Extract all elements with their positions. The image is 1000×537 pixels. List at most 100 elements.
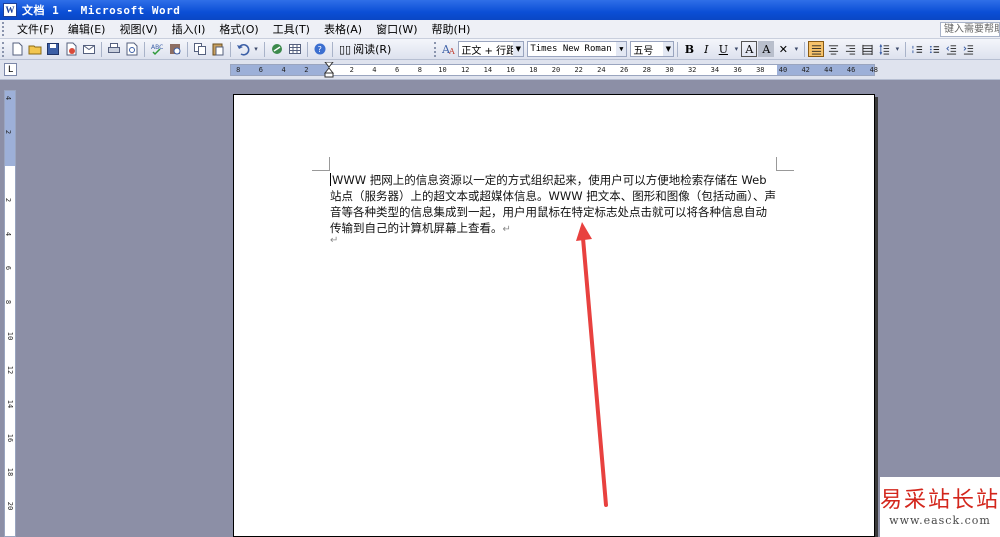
table-icon[interactable]: [286, 41, 303, 58]
ruler-tick-label: 36: [733, 66, 742, 74]
bold-icon[interactable]: B: [681, 41, 697, 57]
char-shading-icon[interactable]: A: [758, 41, 775, 57]
menu-insert[interactable]: 插入(I): [165, 20, 213, 39]
ruler-tick-label: 2: [304, 66, 309, 74]
style-combo[interactable]: 正文 + 行距 ▼: [458, 41, 525, 57]
ruler-tick-label: 34: [710, 66, 720, 74]
ruler-tick-label: 8: [4, 299, 13, 305]
ruler-tick-label: 16: [506, 66, 515, 74]
menu-tools[interactable]: 工具(T): [266, 20, 317, 39]
menu-bar: 文件(F) 编辑(E) 视图(V) 插入(I) 格式(O) 工具(T) 表格(A…: [0, 20, 1000, 39]
print-preview-icon[interactable]: [123, 41, 140, 58]
distributed-icon[interactable]: [859, 41, 875, 57]
numbering-icon[interactable]: [909, 41, 925, 57]
hyperlink-icon[interactable]: [268, 41, 285, 58]
toolbar-separator: [332, 41, 333, 57]
char-scale-dropdown-icon[interactable]: ▾: [792, 41, 800, 58]
increase-indent-icon[interactable]: [960, 41, 976, 57]
undo-icon[interactable]: [234, 41, 251, 58]
email-icon[interactable]: [80, 41, 97, 58]
ruler-tick-label: 10: [6, 331, 15, 341]
toolbar-separator: [187, 41, 188, 57]
toolbar: ABC ▾ ? ▯▯ 阅读(R) AA 正文 + 行距 ▼ Times New …: [0, 39, 1000, 60]
italic-icon[interactable]: I: [698, 41, 714, 57]
ruler-tick-label: 10: [438, 66, 447, 74]
styles-pane-icon[interactable]: AA: [440, 41, 457, 58]
ruler-tick-label: 6: [394, 66, 400, 74]
ruler-tick-label: 20: [551, 66, 561, 74]
menu-window[interactable]: 窗口(W): [369, 20, 424, 39]
font-size-combo-value: 五号: [633, 45, 654, 57]
ruler-tick-label: 26: [619, 66, 629, 74]
new-document-icon[interactable]: [8, 41, 25, 58]
empty-paragraph-mark: ↵: [330, 235, 339, 246]
line-spacing-icon[interactable]: [876, 41, 892, 57]
research-icon[interactable]: [166, 41, 183, 58]
open-folder-icon[interactable]: [26, 41, 43, 58]
svg-text:ABC: ABC: [151, 44, 163, 51]
read-mode-button[interactable]: ▯▯ 阅读(R): [336, 41, 394, 57]
undo-dropdown-icon[interactable]: ▾: [252, 41, 260, 58]
ruler-tick-label: 30: [665, 66, 674, 74]
vertical-ruler[interactable]: 4 2 2 4 6 8 10 12 14 16 18 20: [4, 90, 16, 537]
justify-icon[interactable]: [808, 41, 825, 57]
read-mode-icon: ▯▯: [339, 42, 352, 56]
toolbar-separator: [264, 41, 265, 57]
document-paragraph[interactable]: WWW 把网上的信息资源以一定的方式组织起来，使用户可以方便地检索存储在 Web…: [330, 173, 776, 235]
save-icon[interactable]: [44, 41, 61, 58]
align-center-icon[interactable]: [825, 41, 841, 57]
ruler-tick-label: 6: [258, 66, 263, 74]
font-size-combo[interactable]: 五号 ▼: [630, 41, 675, 57]
format-toolbar-grip[interactable]: [434, 41, 438, 57]
menu-help[interactable]: 帮助(H): [425, 20, 478, 39]
underline-icon[interactable]: U: [715, 41, 731, 57]
spelling-icon[interactable]: ABC: [148, 41, 165, 58]
style-combo-value: 正文 + 行距: [461, 45, 517, 57]
ruler-tick-label: 4: [4, 95, 13, 101]
ruler-tick-label: 28: [642, 66, 652, 74]
chevron-down-icon[interactable]: ▼: [663, 42, 674, 56]
menu-format[interactable]: 格式(O): [212, 20, 265, 39]
tab-stop-selector[interactable]: L: [4, 63, 17, 76]
menu-view[interactable]: 视图(V): [112, 20, 164, 39]
ruler-tick-label: 42: [801, 66, 810, 74]
toolbar-grip[interactable]: [2, 41, 6, 57]
document-page[interactable]: WWW 把网上的信息资源以一定的方式组织起来，使用户可以方便地检索存储在 Web…: [233, 94, 875, 537]
indent-marker-icon[interactable]: [324, 62, 334, 78]
window-title: 文档 1 - Microsoft Word: [22, 4, 181, 17]
ruler-tick-label: 18: [529, 66, 538, 74]
chevron-down-icon[interactable]: ▼: [513, 42, 524, 56]
horizontal-ruler[interactable]: 8 6 4 2 2 4 6 8 10 12 14 16 18 20 22 24 26 28 30 32 34 36 38 40…: [230, 62, 879, 78]
copy-icon[interactable]: [191, 41, 208, 58]
align-right-icon[interactable]: [842, 41, 858, 57]
menu-edit[interactable]: 编辑(E): [61, 20, 113, 39]
ruler-tick-label: 48: [869, 66, 879, 74]
font-combo[interactable]: Times New Roman ▼: [527, 41, 628, 57]
char-border-icon[interactable]: A: [741, 41, 758, 57]
toolbar-separator: [905, 41, 907, 57]
word-app-icon[interactable]: W: [3, 3, 17, 17]
decrease-indent-icon[interactable]: [943, 41, 959, 57]
watermark-url: www.easck.com: [889, 513, 991, 527]
bullets-icon[interactable]: [926, 41, 942, 57]
menu-table[interactable]: 表格(A): [317, 20, 369, 39]
menu-grip[interactable]: [2, 22, 10, 36]
paste-icon[interactable]: [209, 41, 226, 58]
permission-icon[interactable]: [62, 41, 79, 58]
ruler-tick-label: 8: [236, 66, 241, 74]
toolbar-separator: [677, 41, 679, 57]
ruler-tick-label: 20: [6, 501, 15, 511]
ruler-tick-label: 44: [824, 66, 833, 74]
chevron-down-icon[interactable]: ▼: [616, 42, 627, 56]
help-icon[interactable]: ?: [311, 41, 328, 58]
print-icon[interactable]: [105, 41, 122, 58]
char-scale-icon[interactable]: ✕: [775, 41, 791, 57]
document-body[interactable]: WWW 把网上的信息资源以一定的方式组织起来，使用户可以方便地检索存储在 Web…: [330, 172, 778, 238]
underline-dropdown-icon[interactable]: ▾: [732, 41, 740, 58]
toolbar-separator: [307, 41, 308, 57]
read-mode-label: 阅读(R): [353, 43, 392, 56]
line-spacing-dropdown-icon[interactable]: ▾: [893, 41, 901, 58]
help-search-input[interactable]: 键入需要帮助: [940, 22, 1000, 37]
ruler-tick-label: 16: [6, 433, 15, 443]
menu-file[interactable]: 文件(F): [10, 20, 61, 39]
